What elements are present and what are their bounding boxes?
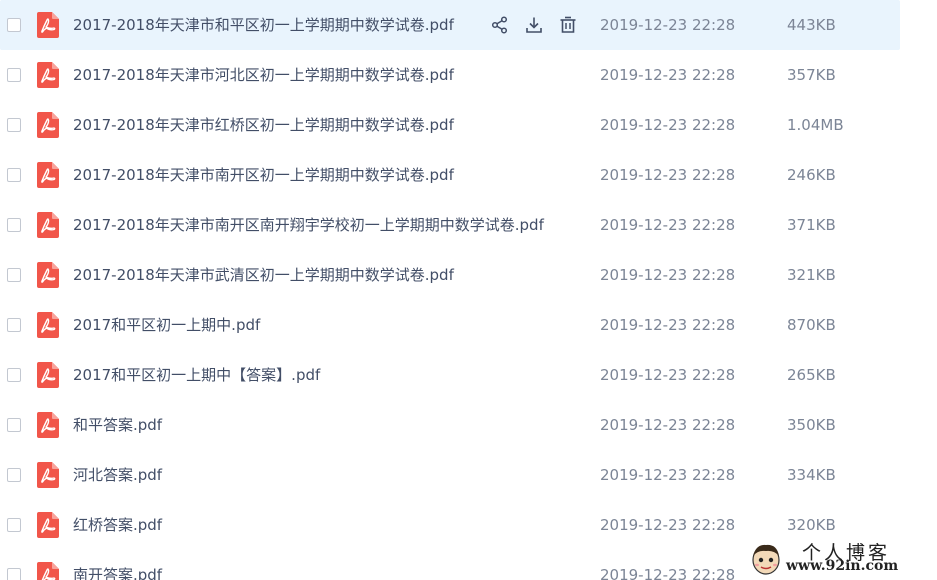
share-icon[interactable] bbox=[488, 13, 512, 37]
row-checkbox[interactable] bbox=[7, 418, 21, 432]
file-date: 2019-12-23 22:28 bbox=[600, 266, 736, 284]
file-size: 371KB bbox=[787, 216, 836, 234]
pdf-file-icon bbox=[37, 112, 59, 138]
row-checkbox[interactable] bbox=[7, 168, 21, 182]
trash-icon[interactable] bbox=[556, 13, 580, 37]
file-name[interactable]: 2017和平区初一上期中【答案】.pdf bbox=[73, 365, 320, 385]
pdf-file-icon bbox=[37, 512, 59, 538]
pdf-file-icon bbox=[37, 262, 59, 288]
pdf-file-icon bbox=[37, 12, 59, 38]
file-date: 2019-12-23 22:28 bbox=[600, 16, 736, 34]
file-row[interactable]: 2017和平区初一上期中.pdf 2019-12-23 22:28 870KB bbox=[0, 300, 900, 350]
pdf-file-icon bbox=[37, 62, 59, 88]
pdf-file-icon bbox=[37, 212, 59, 238]
file-name[interactable]: 2017-2018年天津市红桥区初一上学期期中数学试卷.pdf bbox=[73, 115, 454, 135]
file-row[interactable]: 2017-2018年天津市红桥区初一上学期期中数学试卷.pdf 2019-12-2… bbox=[0, 100, 900, 150]
file-row[interactable]: 2017-2018年天津市武清区初一上学期期中数学试卷.pdf 2019-12-2… bbox=[0, 250, 900, 300]
pdf-file-icon bbox=[37, 362, 59, 388]
pdf-file-icon bbox=[37, 462, 59, 488]
file-name[interactable]: 红桥答案.pdf bbox=[73, 515, 162, 535]
file-name[interactable]: 2017-2018年天津市南开区南开翔宇学校初一上学期期中数学试卷.pdf bbox=[73, 215, 544, 235]
file-list: 2017-2018年天津市和平区初一上学期期中数学试卷.pdf 2019-12-2… bbox=[0, 0, 937, 580]
pdf-file-icon bbox=[37, 312, 59, 338]
row-checkbox[interactable] bbox=[7, 318, 21, 332]
row-checkbox[interactable] bbox=[7, 118, 21, 132]
row-checkbox[interactable] bbox=[7, 68, 21, 82]
file-size: 1.04MB bbox=[787, 116, 844, 134]
watermark-url: www.92in.com bbox=[786, 558, 899, 574]
file-date: 2019-12-23 22:28 bbox=[600, 166, 736, 184]
row-checkbox[interactable] bbox=[7, 18, 21, 32]
row-checkbox[interactable] bbox=[7, 518, 21, 532]
file-size: 357KB bbox=[787, 66, 836, 84]
file-name[interactable]: 河北答案.pdf bbox=[73, 465, 162, 485]
file-date: 2019-12-23 22:28 bbox=[600, 416, 736, 434]
watermark-avatar-icon bbox=[750, 542, 782, 576]
file-date: 2019-12-23 22:28 bbox=[600, 316, 736, 334]
file-name[interactable]: 2017-2018年天津市南开区初一上学期期中数学试卷.pdf bbox=[73, 165, 454, 185]
file-row[interactable]: 2017-2018年天津市河北区初一上学期期中数学试卷.pdf 2019-12-2… bbox=[0, 50, 900, 100]
file-name[interactable]: 2017和平区初一上期中.pdf bbox=[73, 315, 260, 335]
row-checkbox[interactable] bbox=[7, 368, 21, 382]
file-row[interactable]: 2017和平区初一上期中【答案】.pdf 2019-12-23 22:28 265K… bbox=[0, 350, 900, 400]
file-name[interactable]: 2017-2018年天津市和平区初一上学期期中数学试卷.pdf bbox=[73, 15, 454, 35]
file-size: 265KB bbox=[787, 366, 836, 384]
file-row[interactable]: 2017-2018年天津市和平区初一上学期期中数学试卷.pdf 2019-12-2… bbox=[0, 0, 900, 50]
file-row[interactable]: 2017-2018年天津市南开区南开翔宇学校初一上学期期中数学试卷.pdf 201… bbox=[0, 200, 900, 250]
pdf-file-icon bbox=[37, 562, 59, 580]
row-checkbox[interactable] bbox=[7, 468, 21, 482]
file-row[interactable]: 河北答案.pdf 2019-12-23 22:28 334KB bbox=[0, 450, 900, 500]
file-size: 443KB bbox=[787, 16, 836, 34]
pdf-file-icon bbox=[37, 162, 59, 188]
file-size: 870KB bbox=[787, 316, 836, 334]
file-size: 350KB bbox=[787, 416, 836, 434]
file-row[interactable]: 2017-2018年天津市南开区初一上学期期中数学试卷.pdf 2019-12-2… bbox=[0, 150, 900, 200]
file-size: 321KB bbox=[787, 266, 836, 284]
file-date: 2019-12-23 22:28 bbox=[600, 116, 736, 134]
row-checkbox[interactable] bbox=[7, 268, 21, 282]
file-date: 2019-12-23 22:28 bbox=[600, 466, 736, 484]
file-size: 320KB bbox=[787, 516, 836, 534]
file-date: 2019-12-23 22:28 bbox=[600, 216, 736, 234]
download-icon[interactable] bbox=[522, 13, 546, 37]
file-date: 2019-12-23 22:28 bbox=[600, 516, 736, 534]
watermark: 个人博客 www.92in.com bbox=[740, 538, 937, 580]
row-checkbox[interactable] bbox=[7, 218, 21, 232]
file-size: 246KB bbox=[787, 166, 836, 184]
file-name[interactable]: 和平答案.pdf bbox=[73, 415, 162, 435]
file-name[interactable]: 南开答案.pdf bbox=[73, 565, 162, 580]
file-date: 2019-12-23 22:28 bbox=[600, 66, 736, 84]
file-date: 2019-12-23 22:28 bbox=[600, 566, 736, 580]
pdf-file-icon bbox=[37, 412, 59, 438]
row-checkbox[interactable] bbox=[7, 568, 21, 580]
file-size: 334KB bbox=[787, 466, 836, 484]
file-date: 2019-12-23 22:28 bbox=[600, 366, 736, 384]
file-row[interactable]: 和平答案.pdf 2019-12-23 22:28 350KB bbox=[0, 400, 900, 450]
file-name[interactable]: 2017-2018年天津市河北区初一上学期期中数学试卷.pdf bbox=[73, 65, 454, 85]
file-name[interactable]: 2017-2018年天津市武清区初一上学期期中数学试卷.pdf bbox=[73, 265, 454, 285]
row-actions bbox=[488, 13, 590, 37]
